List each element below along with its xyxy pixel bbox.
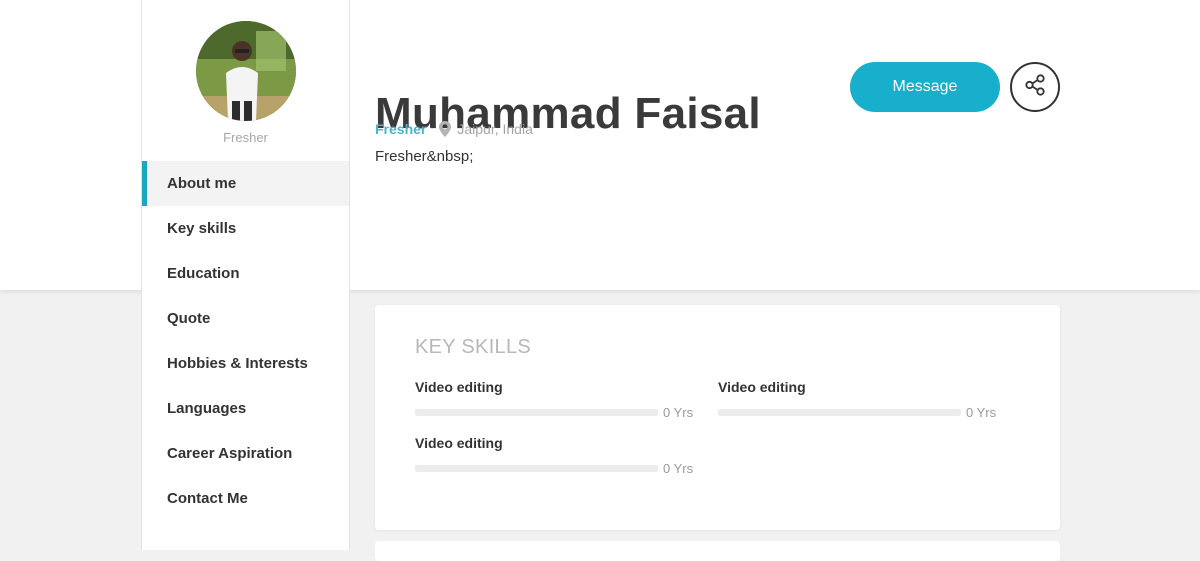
skill-progress-bar — [718, 409, 961, 416]
location-pin-icon — [439, 121, 452, 137]
skill-name: Video editing — [415, 379, 503, 395]
avatar — [196, 21, 296, 121]
key-skills-title: KEY SKILLS — [415, 336, 532, 358]
profile-role: Fresher — [375, 121, 427, 137]
next-section-card — [375, 541, 1060, 561]
sidebar-nav: About me Key skills Education Quote Hobb… — [142, 161, 349, 521]
profile-location: Jaipur, India — [457, 121, 533, 137]
profile-meta: Fresher Jaipur, India — [375, 121, 533, 137]
sidebar-item-languages[interactable]: Languages — [142, 386, 349, 431]
share-button[interactable] — [1010, 62, 1060, 112]
sidebar-item-contact-me[interactable]: Contact Me — [142, 476, 349, 521]
sidebar-item-quote[interactable]: Quote — [142, 296, 349, 341]
skill-progress-bar — [415, 409, 658, 416]
key-skills-card: KEY SKILLS Video editing 0 Yrs Video edi… — [375, 305, 1060, 530]
skill-years: 0 Yrs — [663, 461, 694, 476]
skill-progress-bar — [415, 465, 658, 472]
skill-years: 0 Yrs — [966, 405, 997, 420]
sidebar-item-hobbies-interests[interactable]: Hobbies & Interests — [142, 341, 349, 386]
skill-item: Video editing 0 Yrs — [718, 379, 998, 420]
avatar-caption: Fresher — [223, 130, 268, 145]
sidebar-item-career-aspiration[interactable]: Career Aspiration — [142, 431, 349, 476]
skill-item: Video editing 0 Yrs — [415, 435, 695, 476]
sidebar-item-education[interactable]: Education — [142, 251, 349, 296]
skill-name: Video editing — [718, 379, 806, 395]
profile-summary: Fresher&nbsp; — [375, 148, 474, 165]
skill-years: 0 Yrs — [663, 405, 694, 420]
share-icon — [1023, 73, 1047, 102]
sidebar-item-key-skills[interactable]: Key skills — [142, 206, 349, 251]
skill-item: Video editing 0 Yrs — [415, 379, 695, 420]
sidebar-item-about-me[interactable]: About me — [142, 161, 349, 206]
skill-name: Video editing — [415, 435, 503, 451]
message-button[interactable]: Message — [850, 62, 1000, 112]
profile-sidebar: Fresher About me Key skills Education Qu… — [141, 0, 350, 550]
